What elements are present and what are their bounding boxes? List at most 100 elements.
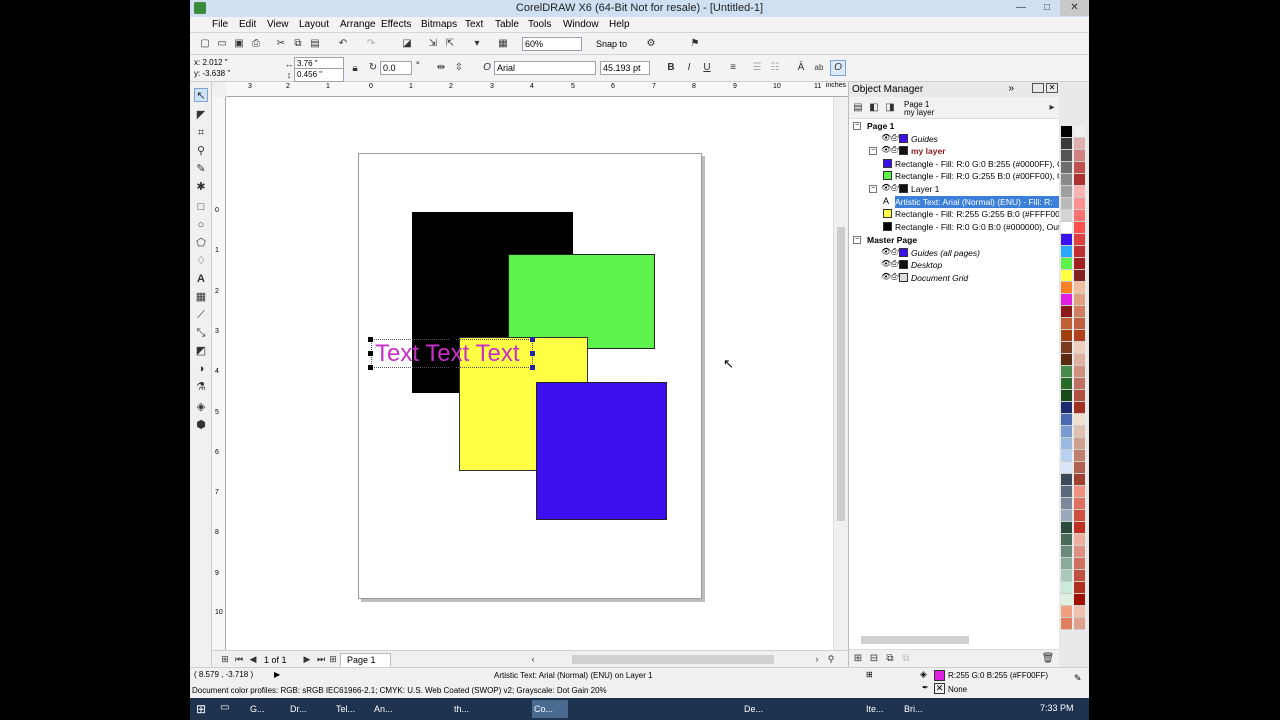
- status-edit-icon[interactable]: ✎: [1074, 673, 1082, 684]
- menu-text[interactable]: Text: [465, 19, 483, 30]
- palette-swatch[interactable]: [1074, 270, 1085, 282]
- mirror-v-icon[interactable]: ⇳: [452, 61, 466, 75]
- palette-swatch[interactable]: [1074, 198, 1085, 210]
- bold-icon[interactable]: B: [664, 61, 678, 75]
- palette-swatch[interactable]: [1061, 330, 1072, 342]
- outline-color-swatch[interactable]: ✕: [934, 683, 945, 694]
- ellipse-tool-icon[interactable]: ○: [194, 218, 208, 232]
- object-row-selected[interactable]: Artistic Text: Arial (Normal) (ENU) - Fi…: [895, 196, 1060, 208]
- menu-view[interactable]: View: [267, 19, 289, 30]
- object-row[interactable]: Master Page: [867, 234, 1060, 246]
- object-row[interactable]: Desktop: [911, 259, 1060, 271]
- tree-expander-icon[interactable]: −: [869, 147, 877, 155]
- menu-bitmaps[interactable]: Bitmaps: [421, 19, 457, 30]
- cmd-icon[interactable]: ▭: [220, 702, 229, 713]
- paste-icon[interactable]: ▤: [308, 37, 322, 51]
- palette-swatch[interactable]: [1061, 150, 1072, 162]
- palette-swatch[interactable]: [1061, 438, 1072, 450]
- scroll-thumb[interactable]: [837, 227, 845, 521]
- palette-swatch[interactable]: [1074, 594, 1085, 606]
- palette-swatch[interactable]: [1074, 558, 1085, 570]
- taskbar-app-button[interactable]: Tel...: [334, 700, 370, 718]
- add-page-after-icon[interactable]: ⊞: [326, 652, 340, 666]
- prev-page-icon[interactable]: ◀: [246, 652, 260, 666]
- macro-icon[interactable]: ⚑: [688, 37, 702, 51]
- palette-swatch[interactable]: [1061, 390, 1072, 402]
- menu-effects[interactable]: Effects: [381, 19, 411, 30]
- palette-swatch[interactable]: [1074, 546, 1085, 558]
- object-row[interactable]: Rectangle - Fill: R:255 G:255 B:0 (#FFFF…: [895, 208, 1060, 220]
- options-icon[interactable]: ⚙: [644, 37, 658, 51]
- object-row[interactable]: Page 1: [867, 120, 1060, 132]
- taskbar-app-button[interactable]: Ite...: [864, 700, 900, 718]
- document-page[interactable]: Text Text Text: [358, 153, 702, 599]
- taskbar-app-button[interactable]: G...: [248, 700, 284, 718]
- object-row[interactable]: Guides: [911, 133, 1060, 145]
- scroll-left-icon[interactable]: ‹: [526, 652, 540, 666]
- palette-swatch[interactable]: [1074, 318, 1085, 330]
- horizontal-scroll-thumb[interactable]: [572, 655, 774, 664]
- welcome-screen-icon[interactable]: ▦: [496, 37, 510, 51]
- interactive-tool-icon[interactable]: ◩: [194, 344, 208, 358]
- new-master-odd-icon[interactable]: ⧉: [899, 652, 913, 666]
- freehand-tool-icon[interactable]: ✎: [194, 162, 208, 176]
- new-master-layer-icon[interactable]: ⊟: [867, 652, 881, 666]
- palette-swatch[interactable]: [1074, 366, 1085, 378]
- palette-swatch[interactable]: [1074, 306, 1085, 318]
- tree-expander-icon[interactable]: −: [853, 236, 861, 244]
- smart-fill-tool-icon[interactable]: ✱: [194, 180, 208, 194]
- bullet-list-icon[interactable]: ☰: [750, 61, 764, 75]
- opentype-icon[interactable]: O: [830, 60, 846, 76]
- menu-arrange[interactable]: Arrange: [340, 19, 376, 30]
- palette-swatch[interactable]: [1061, 582, 1072, 594]
- object-row[interactable]: Rectangle - Fill: R:0 G:0 B:0 (#000000),…: [895, 221, 1060, 233]
- palette-swatch[interactable]: [1061, 282, 1072, 294]
- import-icon[interactable]: ⇲: [426, 37, 440, 51]
- palette-swatch[interactable]: [1074, 330, 1085, 342]
- object-row[interactable]: Layer 1: [911, 183, 1060, 195]
- palette-swatch[interactable]: [1074, 522, 1085, 534]
- scroll-right-icon[interactable]: ›: [810, 652, 824, 666]
- palette-swatch[interactable]: [1074, 258, 1085, 270]
- add-page-icon[interactable]: ⊞: [218, 652, 232, 666]
- palette-swatch[interactable]: [1061, 198, 1072, 210]
- palette-swatch[interactable]: [1061, 414, 1072, 426]
- drop-cap-icon[interactable]: ☷: [768, 61, 782, 75]
- dimension-tool-icon[interactable]: ⟋: [194, 308, 208, 322]
- outline-tool-icon[interactable]: ◈: [194, 400, 208, 414]
- new-layer-icon[interactable]: ⊞: [851, 652, 865, 666]
- palette-swatch[interactable]: [1061, 534, 1072, 546]
- palette-swatch[interactable]: [1061, 258, 1072, 270]
- palette-swatch[interactable]: [1074, 378, 1085, 390]
- palette-swatch[interactable]: [1061, 606, 1072, 618]
- taskbar-app-button[interactable]: Co...: [532, 700, 568, 718]
- palette-swatch[interactable]: [1074, 618, 1085, 630]
- polygon-tool-icon[interactable]: ⬠: [194, 236, 208, 250]
- undo-icon[interactable]: ↶: [336, 37, 350, 51]
- palette-swatch[interactable]: [1061, 522, 1072, 534]
- show-properties-icon[interactable]: ▤: [851, 101, 865, 115]
- height-field[interactable]: 0.456 ": [294, 68, 344, 82]
- palette-swatch[interactable]: [1074, 582, 1085, 594]
- menu-tools[interactable]: Tools: [528, 19, 551, 30]
- lock-ratio-icon[interactable]: 🔒︎: [348, 62, 362, 76]
- print-icon[interactable]: ⎙: [249, 37, 263, 51]
- save-icon[interactable]: ▣: [232, 37, 246, 51]
- color-profiles-info[interactable]: Document color profiles: RGB: sRGB IEC61…: [192, 686, 607, 695]
- edit-across-layers-icon[interactable]: ◧: [867, 101, 881, 115]
- taskbar-app-button[interactable]: th...: [452, 700, 488, 718]
- redo-icon[interactable]: ↷: [364, 37, 378, 51]
- first-page-icon[interactable]: ⏮: [232, 652, 246, 666]
- pick-tool-icon[interactable]: ↖: [194, 88, 208, 102]
- palette-swatch[interactable]: [1061, 222, 1072, 234]
- palette-swatch[interactable]: [1074, 498, 1085, 510]
- palette-swatch[interactable]: [1061, 558, 1072, 570]
- palette-swatch[interactable]: [1061, 474, 1072, 486]
- palette-swatch[interactable]: [1061, 186, 1072, 198]
- palette-swatch[interactable]: [1074, 138, 1085, 150]
- palette-swatch[interactable]: [1074, 354, 1085, 366]
- object-row[interactable]: Document Grid: [911, 272, 1060, 284]
- text-tool-icon[interactable]: A: [194, 272, 208, 286]
- object-row[interactable]: Guides (all pages): [911, 247, 1060, 259]
- palette-swatch[interactable]: [1061, 486, 1072, 498]
